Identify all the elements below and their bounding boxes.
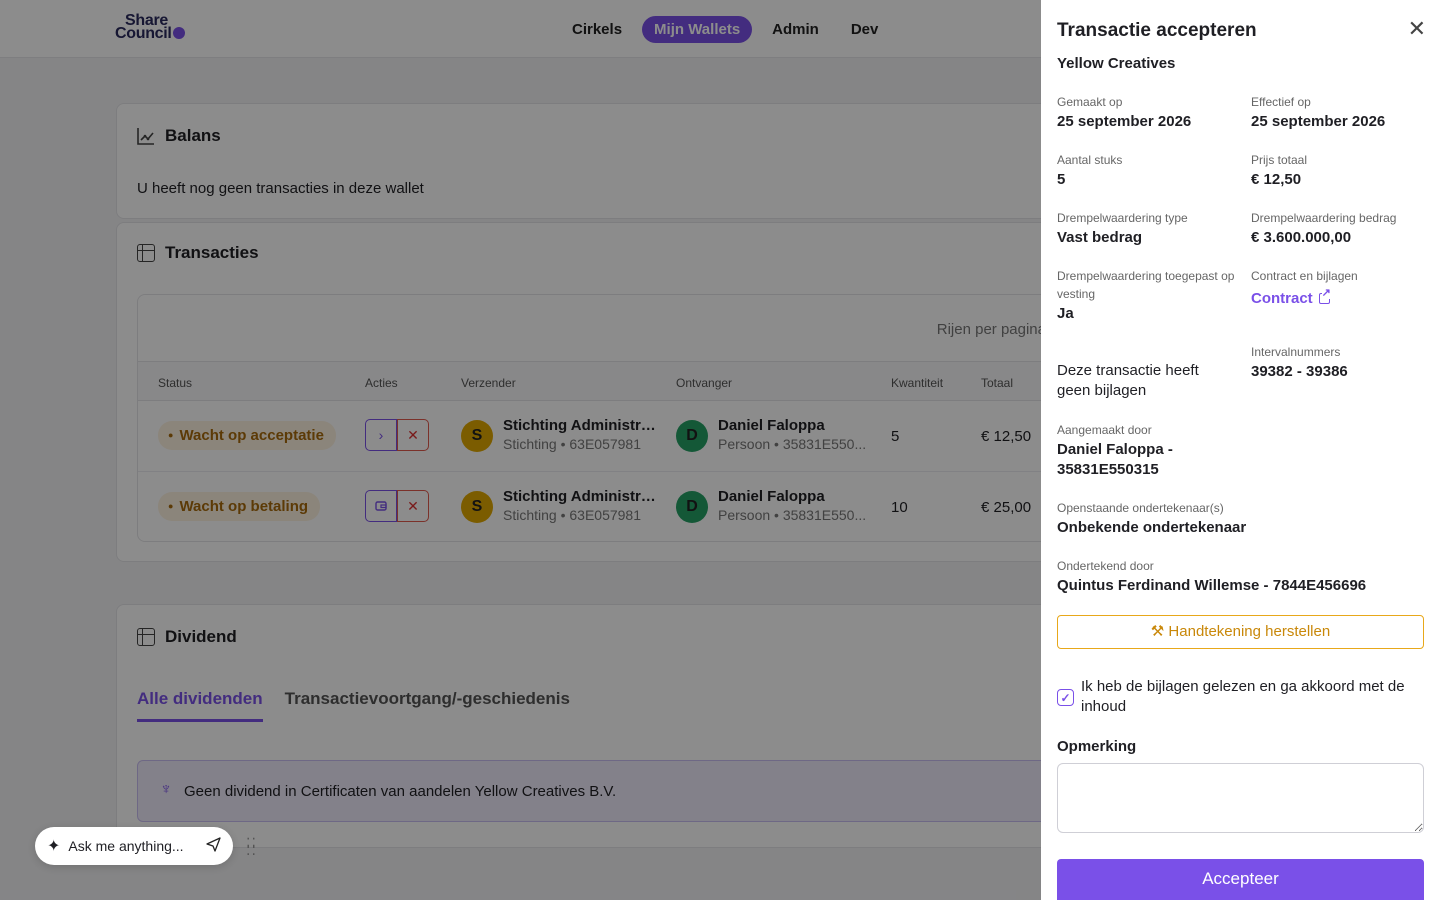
field-value: 25 september 2026 <box>1057 113 1192 130</box>
field-gemaakt-op: Gemaakt op 25 september 2026 <box>1057 93 1237 132</box>
field-value: Vast bedrag <box>1057 229 1143 246</box>
field-label: Prijs totaal <box>1251 153 1308 167</box>
field-aantal-stuks: Aantal stuks 5 <box>1057 151 1237 190</box>
field-label: Intervalnummers <box>1251 345 1341 359</box>
field-label: Drempelwaardering toegepast op vesting <box>1057 269 1235 301</box>
field-label: Aantal stuks <box>1057 153 1123 167</box>
field-contract: Contract en bijlagen Contract <box>1251 267 1431 308</box>
field-drempel-bedrag: Drempelwaardering bedrag € 3.600.000,00 <box>1251 209 1431 248</box>
field-label: Drempelwaardering bedrag <box>1251 211 1397 225</box>
opmerking-label: Opmerking <box>1057 738 1137 755</box>
field-openstaande-ondertekenaar: Openstaande ondertekenaar(s) Onbekende o… <box>1057 499 1417 538</box>
ask-assistant-input[interactable]: ✦ Ask me anything... <box>35 827 233 865</box>
field-prijs-totaal: Prijs totaal € 12,50 <box>1251 151 1431 190</box>
contract-link[interactable]: Contract <box>1251 286 1331 307</box>
field-label: Drempelwaardering type <box>1057 211 1188 225</box>
field-aangemaakt-door: Aangemaakt door Daniel Faloppa - 35831E5… <box>1057 421 1247 480</box>
field-label: Effectief op <box>1251 95 1311 109</box>
field-label: Gemaakt op <box>1057 95 1123 109</box>
field-value: Quintus Ferdinand Willemse - 7844E456696 <box>1057 577 1367 594</box>
ask-assistant-placeholder: Ask me anything... <box>68 838 184 854</box>
accept-button[interactable]: Accepteer <box>1057 859 1424 900</box>
field-drempel-type: Drempelwaardering type Vast bedrag <box>1057 209 1237 248</box>
checkmark-icon: ✓ <box>1060 690 1071 705</box>
field-value: € 12,50 <box>1251 171 1302 188</box>
field-label: Openstaande ondertekenaar(s) <box>1057 501 1224 515</box>
field-label: Contract en bijlagen <box>1251 269 1358 283</box>
sparkle-icon: ✦ <box>47 838 61 855</box>
field-value: 5 <box>1057 171 1066 188</box>
close-icon: ✕ <box>1407 16 1426 41</box>
opmerking-textarea[interactable] <box>1057 763 1424 833</box>
agree-checkbox[interactable]: ✓ <box>1057 689 1074 706</box>
field-intervalnummers: Intervalnummers 39382 - 39386 <box>1251 343 1431 382</box>
close-drawer-button[interactable]: ✕ <box>1408 18 1426 40</box>
field-ondertekend-door: Ondertekend door Quintus Ferdinand Wille… <box>1057 557 1427 596</box>
restore-signature-button[interactable]: ⚒ Handtekening herstellen <box>1057 615 1424 649</box>
wrench-icon: ⚒ <box>1150 623 1165 640</box>
restore-signature-label: Handtekening herstellen <box>1168 623 1331 640</box>
agree-checkbox-label[interactable]: Ik heb de bijlagen gelezen en ga akkoord… <box>1081 677 1431 717</box>
drawer-title: Transactie accepteren <box>1057 20 1257 41</box>
external-link-icon <box>1318 286 1331 304</box>
field-value: Onbekende ondertekenaar <box>1057 519 1247 536</box>
send-icon[interactable] <box>206 837 221 852</box>
field-value: Daniel Faloppa - 35831E550315 <box>1057 441 1173 478</box>
asset-name-cutoff: Yellow Creatives <box>1057 55 1176 72</box>
field-value: 25 september 2026 <box>1251 113 1386 130</box>
field-value: € 3.600.000,00 <box>1251 229 1352 246</box>
field-label: Aangemaakt door <box>1057 423 1152 437</box>
field-effectief-op: Effectief op 25 september 2026 <box>1251 93 1431 132</box>
no-attachments-text: Deze transactie heeft geen bijlagen <box>1057 362 1199 399</box>
field-drempel-toegepast: Drempelwaardering toegepast op vesting J… <box>1057 267 1237 324</box>
accept-transaction-drawer: Transactie accepteren ✕ Yellow Creatives… <box>1041 0 1440 900</box>
field-label: Ondertekend door <box>1057 559 1154 573</box>
field-value: Ja <box>1057 305 1074 322</box>
contract-link-label: Contract <box>1251 290 1313 307</box>
field-value: 39382 - 39386 <box>1251 363 1348 380</box>
